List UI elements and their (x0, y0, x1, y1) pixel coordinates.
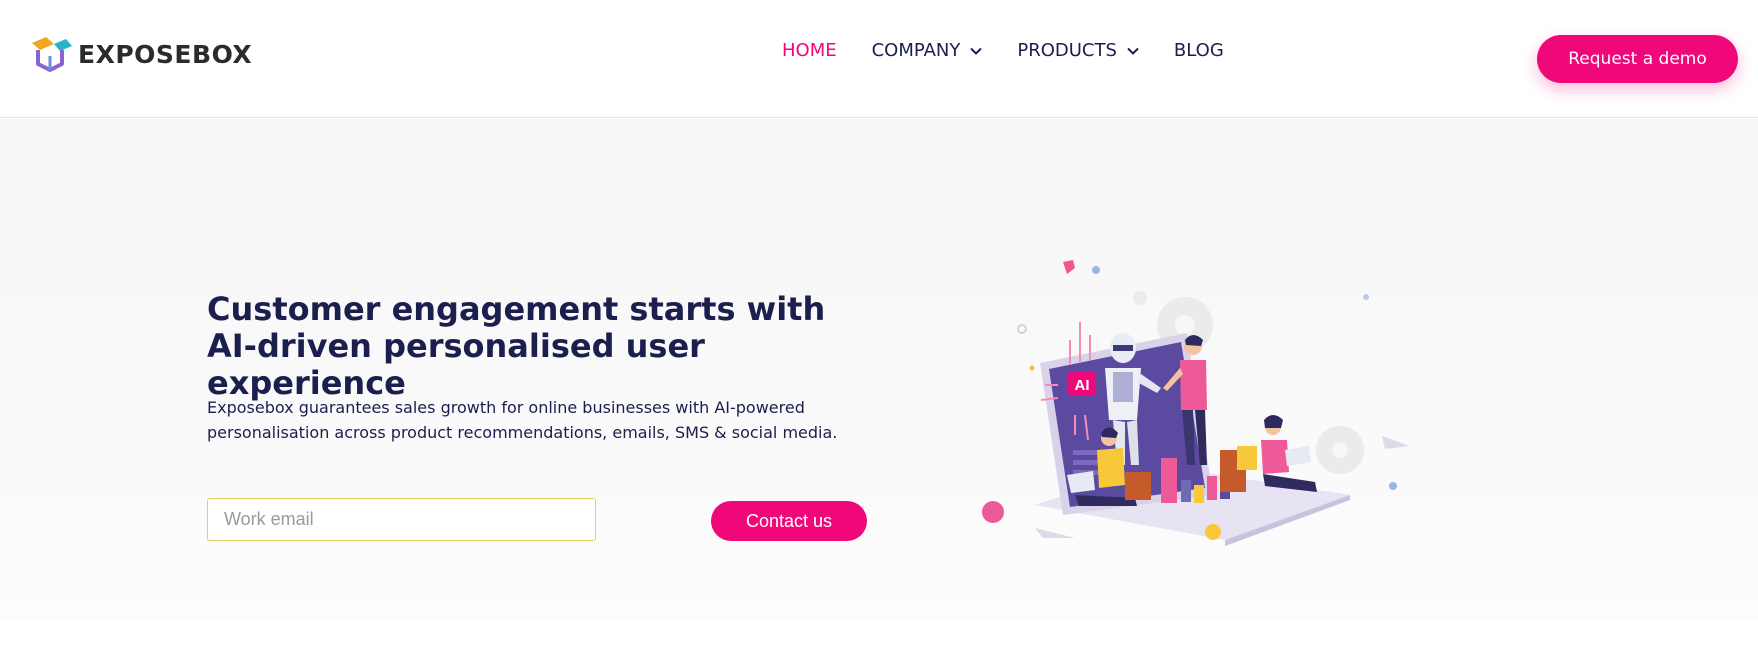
bar-decor (1194, 485, 1204, 503)
logo-text: EXPOSEBOX (78, 39, 253, 69)
chevron-down-icon (1127, 47, 1139, 55)
hero-title: Customer engagement starts with AI-drive… (207, 290, 826, 402)
gear-hub (1332, 442, 1348, 458)
work-email-input[interactable] (207, 498, 596, 541)
box-decor (1125, 472, 1151, 500)
bar-decor (1207, 476, 1217, 500)
site-header: EXPOSEBOX HOME COMPANY PRODUCTS BLOG Req… (0, 0, 1758, 118)
dot-decor (982, 501, 1004, 523)
hero-illustration: AI (982, 260, 1410, 546)
nav-home[interactable]: HOME (782, 40, 837, 61)
shape-decor (1063, 260, 1075, 274)
gear-hub (1175, 315, 1195, 335)
person-laptop-right (1261, 415, 1317, 492)
dot-decor (1017, 324, 1027, 334)
nav-company-label: COMPANY (871, 40, 961, 61)
bar-decor (1181, 480, 1191, 502)
nav-blog[interactable]: BLOG (1174, 40, 1224, 61)
paper-plane-icon (1382, 436, 1410, 449)
request-demo-button[interactable]: Request a demo (1537, 35, 1738, 83)
dot-decor (1092, 266, 1100, 274)
paper-plane-icon (1035, 528, 1075, 538)
box-decor (1237, 446, 1257, 470)
dot-decor (1029, 365, 1035, 371)
contact-us-button[interactable]: Contact us (711, 501, 867, 541)
hero-description: Exposebox guarantees sales growth for on… (207, 398, 838, 442)
nav-company[interactable]: COMPANY (872, 40, 983, 61)
nav-home-label: HOME (782, 40, 837, 61)
ai-chip-label: AI (1075, 377, 1090, 394)
nav-products[interactable]: PRODUCTS (1017, 40, 1139, 61)
dot-decor (1389, 482, 1397, 490)
nav-blog-label: BLOG (1173, 40, 1224, 61)
nav-products-label: PRODUCTS (1017, 40, 1117, 61)
lightbulb-icon (1205, 524, 1221, 540)
gear-icon (1133, 291, 1147, 305)
chevron-down-icon (970, 47, 983, 55)
bar-decor (1161, 458, 1177, 503)
logo[interactable]: EXPOSEBOX (26, 34, 252, 74)
box-logo-icon (32, 37, 72, 72)
dot-decor (1363, 294, 1369, 300)
main-nav: HOME COMPANY PRODUCTS BLOG (782, 40, 1259, 61)
